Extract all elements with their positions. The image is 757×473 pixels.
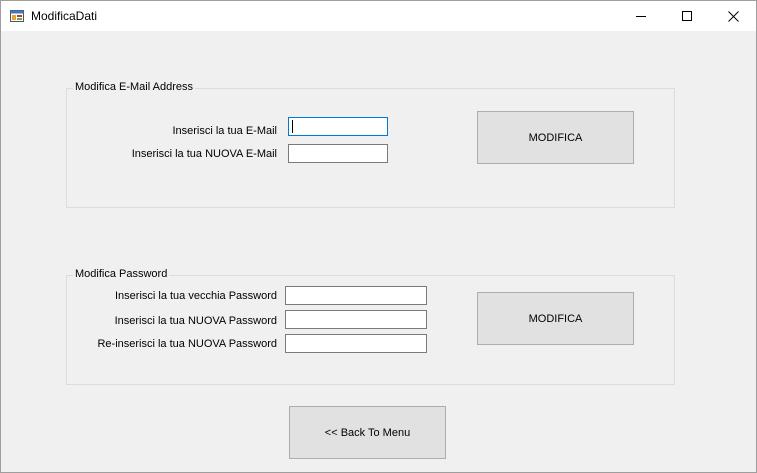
modify-email-button[interactable]: MODIFICA	[477, 111, 634, 164]
old-password-label: Inserisci la tua vecchia Password	[114, 290, 277, 302]
window-app-icon[interactable]	[10, 9, 24, 23]
text-caret	[292, 120, 293, 133]
modify-password-button[interactable]: MODIFICA	[477, 292, 634, 345]
minimize-icon	[636, 11, 646, 21]
confirm-password-label: Re-inserisci la tua NUOVA Password	[97, 338, 277, 350]
old-password-input[interactable]	[285, 286, 427, 305]
minimize-button[interactable]	[618, 1, 664, 31]
title-bar: ModificaDati	[1, 1, 756, 31]
window-title: ModificaDati	[31, 9, 98, 23]
current-email-label: Inserisci la tua E-Mail	[172, 125, 277, 137]
maximize-button[interactable]	[664, 1, 710, 31]
confirm-password-input[interactable]	[285, 334, 427, 353]
new-email-label: Inserisci la tua NUOVA E-Mail	[131, 148, 277, 160]
current-email-input[interactable]	[288, 117, 388, 136]
maximize-icon	[682, 11, 692, 21]
password-group-legend: Modifica Password	[73, 268, 170, 280]
email-group-legend: Modifica E-Mail Address	[73, 81, 195, 93]
new-password-label: Inserisci la tua NUOVA Password	[114, 315, 277, 327]
new-password-input[interactable]	[285, 310, 427, 329]
close-button[interactable]	[710, 1, 756, 31]
new-email-input[interactable]	[288, 144, 388, 163]
close-icon	[727, 10, 739, 22]
main-window: ModificaDati Modifica E-Mail Address Ins…	[0, 0, 757, 473]
back-to-menu-button[interactable]: << Back To Menu	[289, 406, 446, 459]
